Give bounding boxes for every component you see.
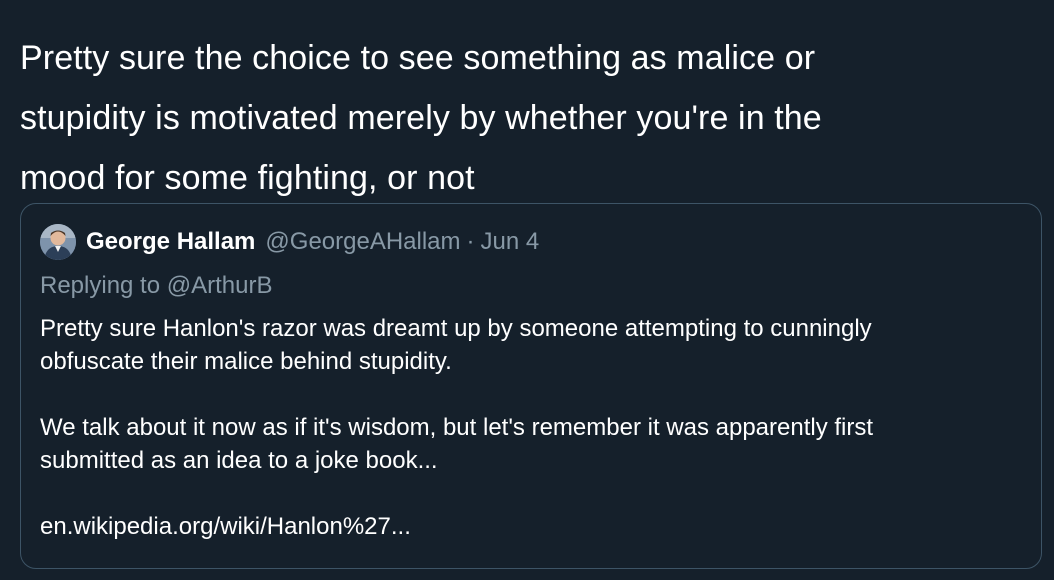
tweet: Pretty sure the choice to see something … [0,0,1054,580]
quoted-tweet-line: Pretty sure Hanlon's razor was dreamt up… [40,315,872,342]
separator-dot: · [466,228,475,255]
tweet-text-line: Pretty sure the choice to see something … [20,39,816,77]
tweet-text-line: stupidity is motivated merely by whether… [20,99,822,137]
quoted-tweet-line: obfuscate their malice behind stupidity. [40,348,452,375]
quoted-tweet-card[interactable]: George Hallam @GeorgeAHallam · Jun 4 Rep… [20,203,1042,569]
quoted-tweet-header: George Hallam @GeorgeAHallam · Jun 4 [40,224,1022,260]
quoted-tweet-line: submitted as an idea to a joke book... [40,447,438,474]
replying-to[interactable]: Replying to @ArthurB [40,270,1022,302]
quoted-tweet-line: We talk about it now as if it's wisdom, … [40,414,874,441]
author-handle[interactable]: @GeorgeAHallam [265,228,460,256]
post-date[interactable]: Jun 4 [481,228,540,256]
author-name[interactable]: George Hallam [86,228,255,256]
wikipedia-link[interactable]: en.wikipedia.org/wiki/Hanlon%27... [40,510,1022,543]
quoted-tweet-body: Pretty sure Hanlon's razor was dreamt up… [40,312,1022,543]
tweet-text-line: mood for some fighting, or not [20,159,475,197]
tweet-text: Pretty sure the choice to see something … [20,28,1034,208]
avatar[interactable] [40,224,76,260]
avatar-icon [40,224,76,260]
